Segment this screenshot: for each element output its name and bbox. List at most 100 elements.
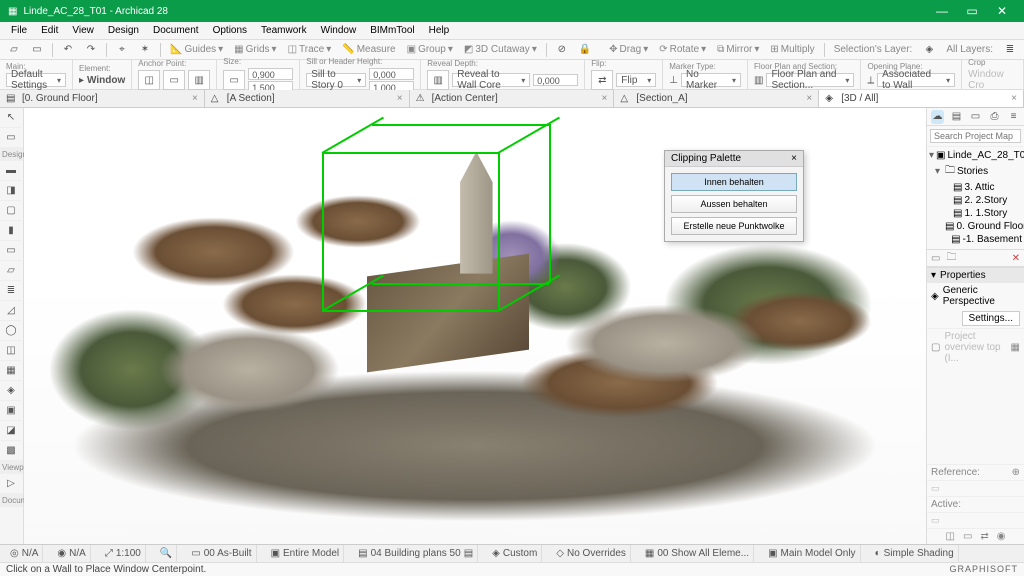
panel-menu-icon[interactable]: ≡ bbox=[1007, 110, 1020, 124]
settings-link[interactable]: Settings... bbox=[962, 311, 1020, 326]
layout-book-tab-icon[interactable]: ▭ bbox=[969, 110, 982, 124]
measure-button[interactable]: 📏Measure bbox=[338, 44, 399, 55]
open-icon[interactable]: ▭ bbox=[27, 41, 47, 59]
stair-tool[interactable]: ≣ bbox=[0, 281, 22, 301]
menu-window[interactable]: Window bbox=[314, 23, 364, 38]
keep-outside-button[interactable]: Aussen behalten bbox=[671, 195, 797, 213]
tab-a-section[interactable]: △[A Section]× bbox=[205, 90, 410, 107]
mesh-tool[interactable]: ▩ bbox=[0, 441, 22, 461]
sill-val1[interactable]: 0,000 bbox=[369, 68, 414, 80]
pick-icon[interactable]: ⌖ bbox=[112, 41, 132, 59]
project-tree[interactable]: ▾▣ Linde_AC_28_T01 ▾🗀 Stories ▤ 3. Attic… bbox=[927, 147, 1024, 249]
trace-icon[interactable]: ◫ bbox=[945, 531, 954, 542]
menu-help[interactable]: Help bbox=[422, 23, 457, 38]
tab-3d[interactable]: ◈[3D / All]× bbox=[819, 90, 1024, 107]
reveal-icon[interactable]: ▥ bbox=[427, 70, 449, 90]
menu-bimmtool[interactable]: BIMmTool bbox=[363, 23, 421, 38]
shell-tool[interactable]: ◯ bbox=[0, 321, 22, 341]
delete-icon[interactable]: ✕ bbox=[1012, 253, 1020, 264]
undo-icon[interactable]: ↶ bbox=[58, 41, 78, 59]
close-icon[interactable]: × bbox=[192, 93, 198, 104]
roof-tool[interactable]: ◿ bbox=[0, 301, 22, 321]
close-icon[interactable]: × bbox=[1011, 93, 1017, 104]
eye-icon[interactable]: ◉ bbox=[997, 531, 1006, 542]
cutaway-button[interactable]: ◩3D Cutaway▾ bbox=[460, 44, 541, 55]
status-custom[interactable]: ◈ Custom bbox=[488, 545, 542, 562]
menu-view[interactable]: View bbox=[65, 23, 101, 38]
anchor-box3[interactable]: ▥ bbox=[188, 70, 210, 90]
grids-button[interactable]: ▦Grids▾ bbox=[230, 44, 280, 55]
new-icon[interactable]: ▱ bbox=[4, 41, 24, 59]
tab-ground-floor[interactable]: ▤[0. Ground Floor]× bbox=[0, 90, 205, 107]
multiply-button[interactable]: ⊞Multiply bbox=[766, 44, 818, 55]
redo-icon[interactable]: ↷ bbox=[81, 41, 101, 59]
lock-icon[interactable]: 🔒 bbox=[575, 41, 595, 59]
menu-options[interactable]: Options bbox=[206, 23, 254, 38]
menu-document[interactable]: Document bbox=[146, 23, 206, 38]
status-overrides[interactable]: ◇ No Overrides bbox=[552, 545, 631, 562]
clipping-palette[interactable]: Clipping Palette× Innen behalten Aussen … bbox=[664, 150, 804, 242]
palette-close-icon[interactable]: × bbox=[791, 153, 797, 164]
project-map-tab-icon[interactable]: ☁ bbox=[931, 110, 944, 124]
status-scale[interactable]: ⤢ 1:100 bbox=[101, 545, 146, 562]
trace-button[interactable]: ◫Trace▾ bbox=[284, 44, 336, 55]
all-layers-icon[interactable]: ≣ bbox=[1000, 41, 1020, 59]
size-icon[interactable]: ▭ bbox=[223, 70, 245, 90]
marker-dropdown[interactable]: No Marker bbox=[681, 73, 741, 87]
close-icon[interactable]: × bbox=[602, 93, 608, 104]
object-tool[interactable]: ▣ bbox=[0, 401, 22, 421]
status-zoom[interactable]: 🔍 bbox=[156, 545, 177, 562]
status-showall[interactable]: ▦ 00 Show All Eleme... bbox=[641, 545, 754, 562]
marquee-tool[interactable]: ▭ bbox=[0, 128, 22, 148]
publisher-tab-icon[interactable]: ⎙ bbox=[988, 110, 1001, 124]
tab-section-a[interactable]: △[Section_A]× bbox=[614, 90, 819, 107]
group-button[interactable]: ▣Group▾ bbox=[403, 44, 457, 55]
size-width[interactable]: 0,900 bbox=[248, 68, 293, 80]
opening-dropdown[interactable]: Associated to Wall bbox=[877, 73, 955, 87]
reveal-dropdown[interactable]: Reveal to Wall Core bbox=[452, 73, 530, 87]
create-pointcloud-button[interactable]: Erstelle neue Punktwolke bbox=[671, 217, 797, 235]
morph-tool[interactable]: ◈ bbox=[0, 381, 22, 401]
zone-tool[interactable]: ◪ bbox=[0, 421, 22, 441]
sel-layer-icon[interactable]: ◈ bbox=[919, 41, 939, 59]
new-folder-icon[interactable]: 🗀 bbox=[946, 250, 956, 267]
slab-tool[interactable]: ▱ bbox=[0, 261, 22, 281]
anchor-box1[interactable]: ◫ bbox=[138, 70, 160, 90]
section-tool[interactable]: ▷ bbox=[0, 474, 22, 494]
close-icon[interactable]: × bbox=[397, 93, 403, 104]
skylight-tool[interactable]: ◫ bbox=[0, 341, 22, 361]
mirror-button[interactable]: ⧉Mirror▾ bbox=[713, 44, 763, 55]
close-button[interactable]: ✕ bbox=[988, 2, 1016, 20]
clipping-bbox[interactable] bbox=[322, 152, 575, 379]
new-view-icon[interactable]: ▭ bbox=[931, 253, 940, 264]
maximize-button[interactable]: ▭ bbox=[958, 2, 986, 20]
tab-action-center[interactable]: ⚠[Action Center]× bbox=[410, 90, 615, 107]
flip-icon[interactable]: ⇄ bbox=[591, 70, 613, 90]
wall-tool[interactable]: ▬ bbox=[0, 161, 22, 181]
menu-file[interactable]: File bbox=[4, 23, 34, 38]
status-mainmodel[interactable]: ▣ Main Model Only bbox=[764, 545, 860, 562]
wand-icon[interactable]: ✶ bbox=[135, 41, 155, 59]
status-shading[interactable]: ◐ Simple Shading bbox=[871, 545, 959, 562]
arrow-tool[interactable]: ↖ bbox=[0, 108, 22, 128]
ref-icon[interactable]: ▭ bbox=[963, 531, 972, 542]
menu-edit[interactable]: Edit bbox=[34, 23, 65, 38]
door-tool[interactable]: ◨ bbox=[0, 181, 22, 201]
beam-tool[interactable]: ▭ bbox=[0, 241, 22, 261]
view-map-tab-icon[interactable]: ▤ bbox=[950, 110, 963, 124]
curtain-tool[interactable]: ▦ bbox=[0, 361, 22, 381]
column-tool[interactable]: ▮ bbox=[0, 221, 22, 241]
drag-button[interactable]: ✥Drag▾ bbox=[605, 44, 652, 55]
default-settings-dropdown[interactable]: Default Settings bbox=[6, 73, 66, 87]
menu-design[interactable]: Design bbox=[101, 23, 146, 38]
link-icon[interactable]: ⇄ bbox=[980, 531, 988, 542]
suspend-icon[interactable]: ⊘ bbox=[552, 41, 572, 59]
status-model[interactable]: ▣ Entire Model bbox=[267, 545, 345, 562]
properties-header[interactable]: Properties bbox=[940, 270, 986, 281]
guides-button[interactable]: 📐Guides▾ bbox=[166, 44, 227, 55]
rotate-button[interactable]: ⟳Rotate▾ bbox=[655, 44, 710, 55]
anchor-box2[interactable]: ▭ bbox=[163, 70, 185, 90]
flip-button[interactable]: Flip bbox=[616, 73, 656, 87]
floorplan-dropdown[interactable]: Floor Plan and Section... bbox=[766, 73, 854, 87]
window-tool[interactable]: ▢ bbox=[0, 201, 22, 221]
